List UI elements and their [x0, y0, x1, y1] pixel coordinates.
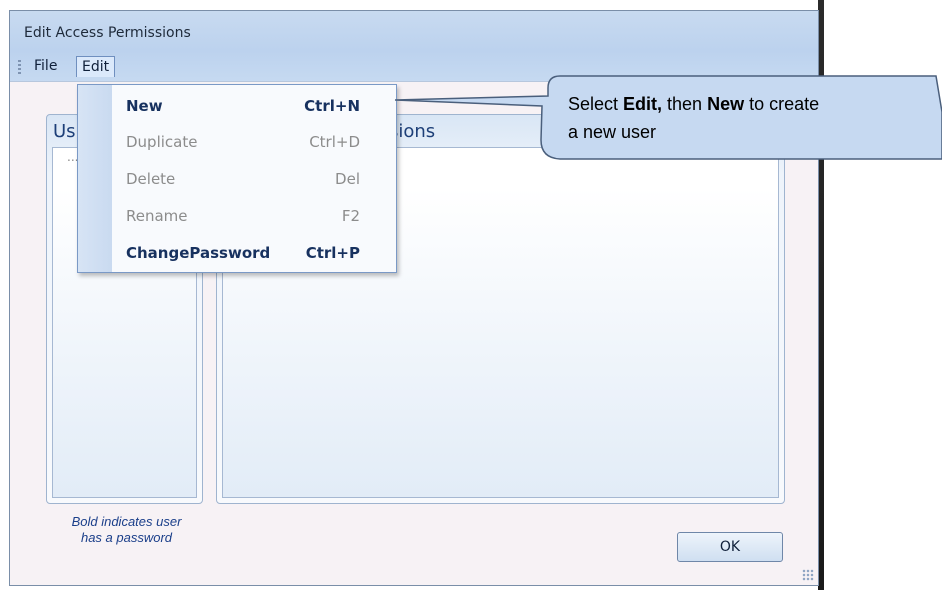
- callout-text-part1: Select: [568, 94, 624, 114]
- callout-text-part2: then: [662, 94, 708, 114]
- callout-text-edit: Edit,: [623, 94, 663, 114]
- callout-text: Select Edit, then New to create a new us…: [568, 90, 928, 146]
- callout-line-1: Select Edit, then New to create: [568, 90, 928, 118]
- callout-text-part3: to create: [744, 94, 820, 114]
- callout-line-2: a new user: [568, 122, 657, 142]
- callout-bubble: [394, 75, 942, 160]
- callout-text-new: New: [707, 94, 745, 114]
